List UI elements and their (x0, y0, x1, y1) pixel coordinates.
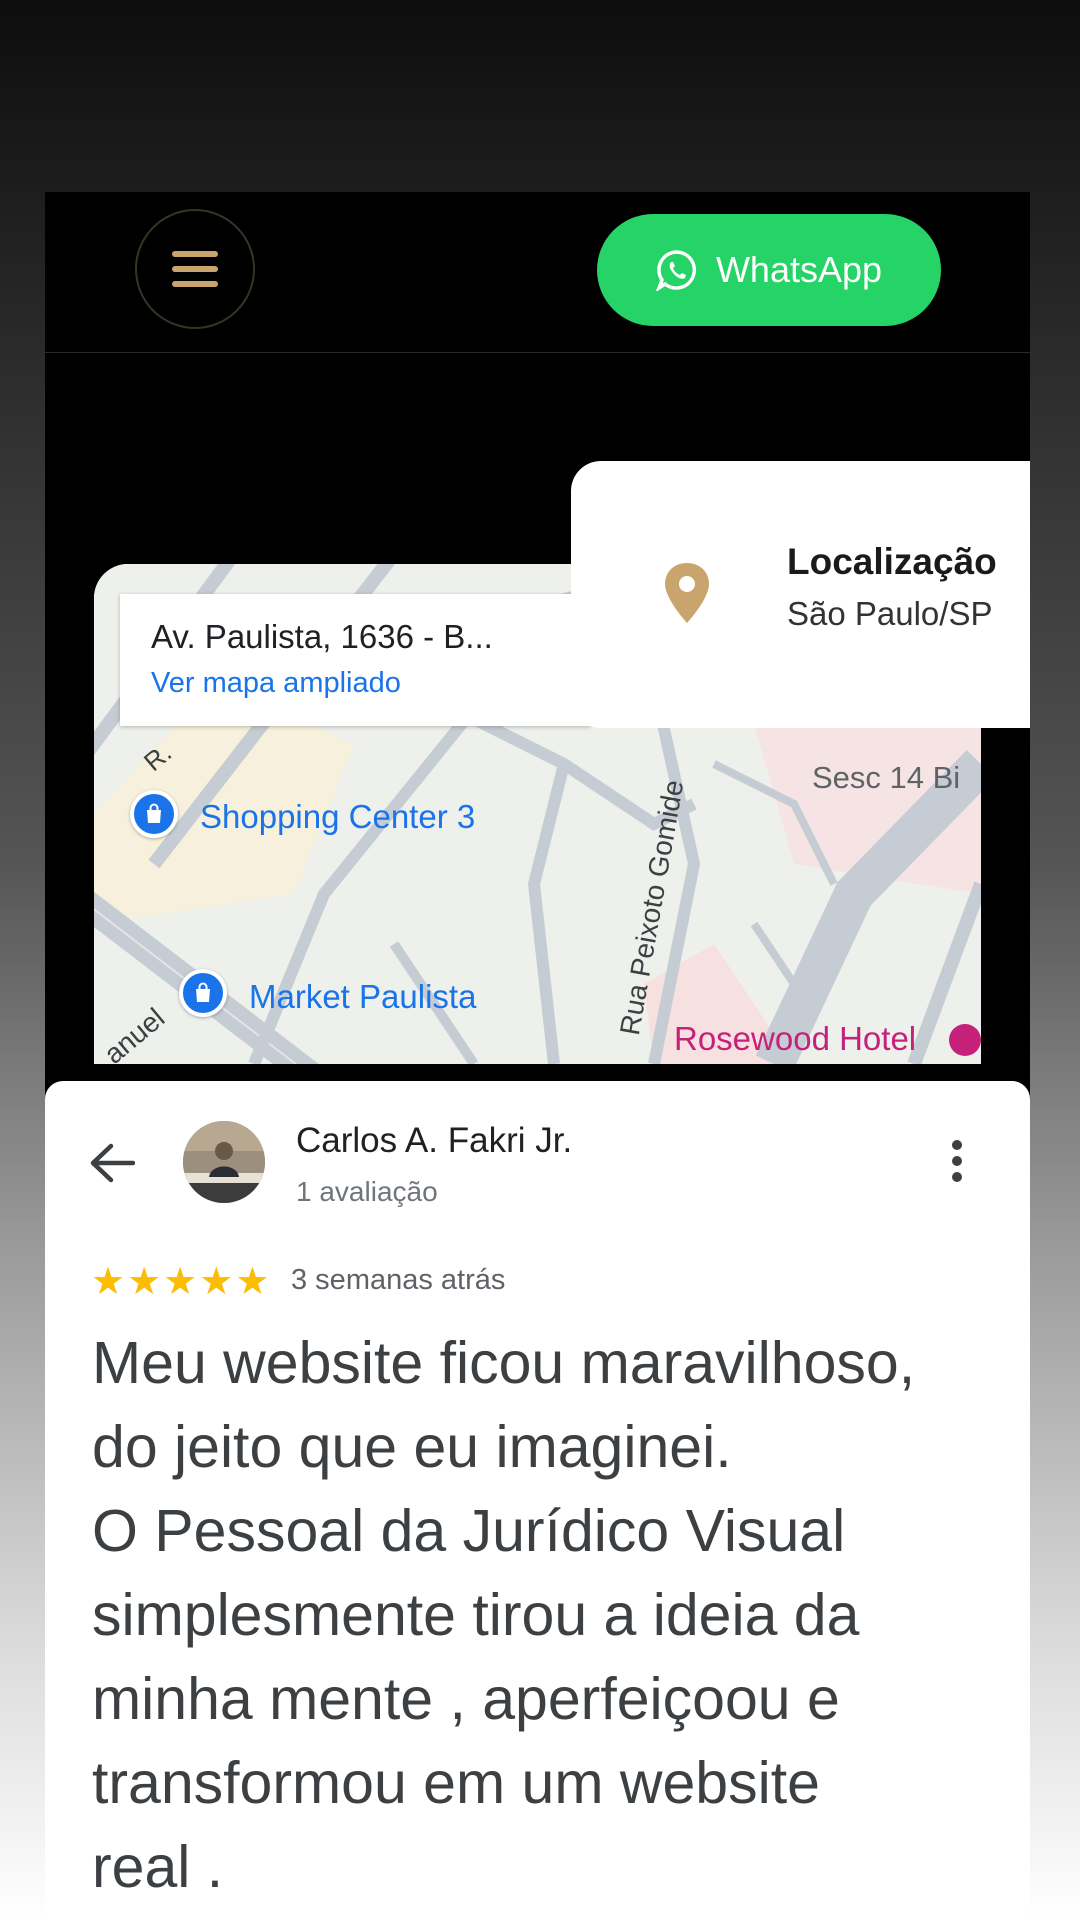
location-subtitle: São Paulo/SP (787, 595, 993, 632)
map-pin-icon (665, 563, 709, 623)
star-rating: ★ ★ ★ ★ ★ (91, 1263, 269, 1301)
whatsapp-icon (655, 250, 696, 291)
reviewer-name[interactable]: Carlos A. Fakri Jr. (296, 1121, 572, 1161)
whatsapp-button[interactable]: WhatsApp (597, 214, 941, 326)
star-icon: ★ (127, 1261, 162, 1303)
review-count: 1 avaliação (296, 1176, 438, 1207)
review-time: 3 semanas atrás (291, 1264, 506, 1296)
place-label[interactable]: Market Paulista (249, 978, 476, 1016)
more-options-icon[interactable] (951, 1139, 963, 1183)
star-icon: ★ (91, 1261, 126, 1303)
menu-button[interactable] (135, 209, 255, 329)
whatsapp-label: WhatsApp (715, 249, 883, 290)
review-panel: Carlos A. Fakri Jr. 1 avaliação ★ ★ ★ ★ ★ 3 … (45, 1081, 1030, 1920)
map-address-card: Av. Paulista, 1636 - B... Ver mapa ampli… (120, 594, 590, 726)
view-larger-map-link[interactable]: Ver mapa ampliado (151, 667, 401, 700)
back-arrow-icon[interactable] (89, 1140, 135, 1186)
hamburger-icon (172, 251, 218, 287)
star-icon: ★ (235, 1261, 270, 1303)
place-label[interactable]: Shopping Center 3 (200, 798, 475, 836)
location-card: Localização São Paulo/SP (571, 461, 1030, 728)
map-address: Av. Paulista, 1636 - B... (151, 618, 493, 655)
shopping-bag-icon[interactable] (179, 969, 227, 1017)
review-text: Meu website ficou maravilhoso, do jeito … (92, 1330, 916, 1900)
place-label[interactable]: Rosewood Hotel (674, 1020, 916, 1058)
location-title: Localização (787, 541, 997, 582)
hotel-icon[interactable] (949, 1024, 981, 1056)
shopping-bag-icon[interactable] (130, 790, 178, 838)
star-icon: ★ (199, 1261, 234, 1303)
site-header: WhatsApp (45, 192, 1030, 353)
star-icon: ★ (163, 1261, 198, 1303)
avatar[interactable] (183, 1121, 265, 1203)
place-label[interactable]: Sesc 14 Bi (812, 760, 960, 796)
